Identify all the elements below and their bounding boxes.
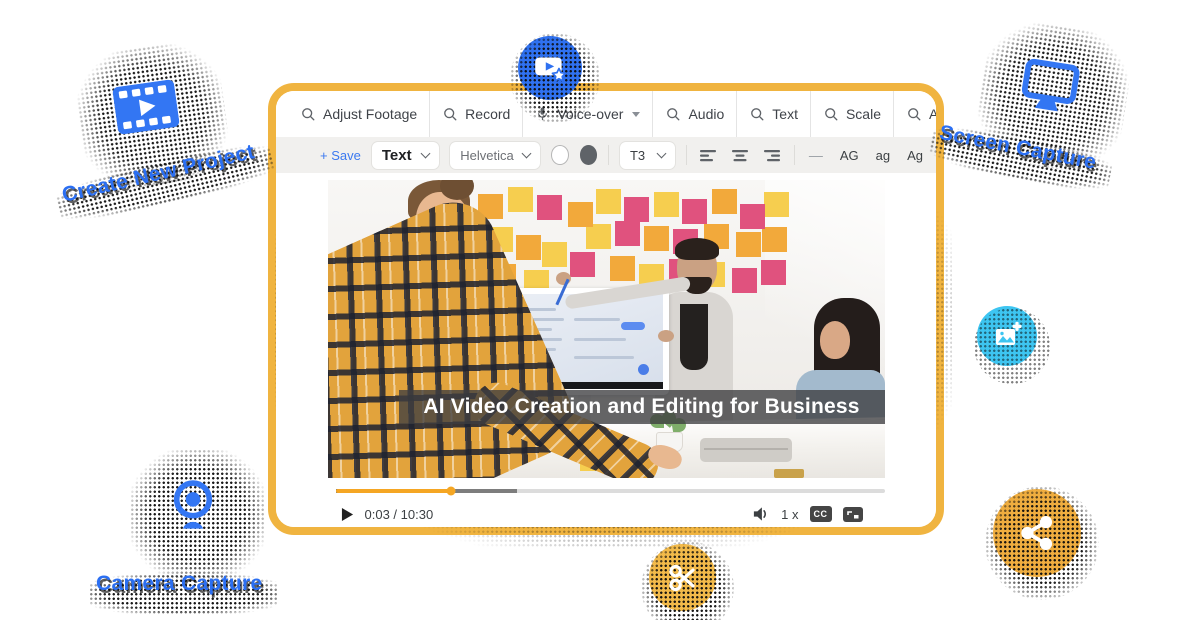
text-style-select[interactable]: Text bbox=[372, 142, 439, 169]
scissors-icon bbox=[664, 559, 702, 597]
presenter-shirt bbox=[680, 304, 708, 370]
record-fab-button[interactable] bbox=[518, 36, 582, 100]
playback-speed-button[interactable]: 1 x bbox=[781, 507, 798, 522]
divider bbox=[686, 145, 687, 165]
align-right-button[interactable] bbox=[762, 149, 783, 162]
camera-capture-label: Camera Capture bbox=[96, 572, 262, 596]
toolbar-item-label: Animation bbox=[929, 106, 936, 122]
monitor-icon bbox=[1018, 57, 1081, 115]
laptop bbox=[700, 438, 792, 462]
align-left-button[interactable] bbox=[698, 149, 719, 162]
align-center-icon bbox=[732, 149, 749, 162]
editor-content: Adjust Footage Record Voice-over Audio T… bbox=[276, 91, 936, 527]
toolbar-item-record[interactable]: Record bbox=[429, 91, 522, 137]
uppercase-button[interactable]: AG bbox=[837, 148, 862, 163]
top-toolbar: Adjust Footage Record Voice-over Audio T… bbox=[276, 91, 936, 137]
toolbar-item-label: Audio bbox=[688, 106, 724, 122]
lowercase-button[interactable]: ag bbox=[873, 148, 893, 163]
search-icon bbox=[906, 106, 922, 122]
text-size-select[interactable]: T3 bbox=[620, 142, 675, 169]
text-size-value: T3 bbox=[630, 148, 645, 163]
chevron-down-icon bbox=[632, 112, 640, 117]
record-video-star-icon bbox=[531, 49, 569, 87]
align-right-icon bbox=[764, 149, 781, 162]
webcam-icon bbox=[166, 478, 220, 532]
cut-fab-button[interactable] bbox=[649, 544, 716, 611]
share-fab-button[interactable] bbox=[993, 489, 1081, 577]
divider bbox=[608, 145, 609, 165]
search-icon bbox=[665, 106, 681, 122]
font-family-select[interactable]: Helvetica bbox=[450, 142, 539, 169]
video-preview-area: AI Video Creation and Editing for Busine… bbox=[328, 180, 885, 527]
toolbar-item-text[interactable]: Text bbox=[736, 91, 810, 137]
font-family-value: Helvetica bbox=[460, 148, 513, 163]
play-button[interactable] bbox=[341, 507, 354, 522]
toolbar-item-label: Scale bbox=[846, 106, 881, 122]
color-swatch-white[interactable] bbox=[551, 145, 569, 165]
screen-button bbox=[621, 322, 645, 330]
volume-icon[interactable] bbox=[752, 506, 770, 522]
toolbar-item-label: Text bbox=[772, 106, 798, 122]
video-editor-window: Adjust Footage Record Voice-over Audio T… bbox=[268, 83, 944, 535]
titlecase-button[interactable]: Ag bbox=[904, 148, 926, 163]
format-toolbar: + Save Text Helvetica T3 bbox=[276, 137, 936, 173]
closed-captions-button[interactable]: CC bbox=[810, 506, 832, 522]
search-icon bbox=[749, 106, 765, 122]
search-icon bbox=[442, 106, 458, 122]
share-icon bbox=[1014, 510, 1060, 556]
screen-fab bbox=[638, 364, 649, 375]
person-seated-face bbox=[820, 321, 850, 359]
camera-capture-card[interactable] bbox=[138, 452, 248, 558]
search-icon bbox=[823, 106, 839, 122]
toolbar-item-label: Adjust Footage bbox=[323, 106, 417, 122]
divider bbox=[794, 145, 795, 165]
film-strip-play-icon bbox=[112, 79, 180, 135]
color-swatch-dark[interactable] bbox=[580, 145, 598, 165]
player-controls: 0:03 / 10:30 1 x CC bbox=[328, 493, 885, 527]
letter-spacing-button[interactable]: — bbox=[806, 147, 826, 163]
create-new-project-card[interactable] bbox=[79, 42, 214, 172]
video-caption-overlay[interactable]: AI Video Creation and Editing for Busine… bbox=[399, 390, 885, 424]
chevron-down-icon bbox=[421, 149, 431, 159]
fullscreen-icon bbox=[843, 507, 863, 522]
toolbar-item-audio[interactable]: Audio bbox=[652, 91, 736, 137]
progress-played bbox=[336, 489, 451, 493]
presenter-pointing-hand bbox=[658, 330, 674, 342]
align-left-icon bbox=[700, 149, 717, 162]
toolbar-item-animation[interactable]: Animation bbox=[893, 91, 936, 137]
search-icon bbox=[300, 106, 316, 122]
align-center-button[interactable] bbox=[730, 149, 751, 162]
sticky-notes-wall bbox=[328, 180, 353, 205]
time-display: 0:03 / 10:30 bbox=[365, 507, 434, 522]
toolbar-item-scale[interactable]: Scale bbox=[810, 91, 893, 137]
chevron-down-icon bbox=[521, 149, 531, 159]
chevron-down-icon bbox=[657, 149, 667, 159]
video-preview[interactable]: AI Video Creation and Editing for Busine… bbox=[328, 180, 885, 478]
toolbar-item-label: Record bbox=[465, 106, 510, 122]
fullscreen-button[interactable] bbox=[843, 507, 863, 522]
text-style-value: Text bbox=[382, 147, 412, 164]
add-image-icon bbox=[990, 319, 1024, 353]
phone bbox=[774, 469, 804, 478]
progress-handle[interactable] bbox=[446, 487, 455, 496]
toolbar-item-adjust-footage[interactable]: Adjust Footage bbox=[288, 91, 429, 137]
video-progress-bar[interactable] bbox=[336, 489, 885, 493]
add-image-fab-button[interactable] bbox=[977, 306, 1037, 366]
save-button[interactable]: + Save bbox=[320, 148, 361, 163]
